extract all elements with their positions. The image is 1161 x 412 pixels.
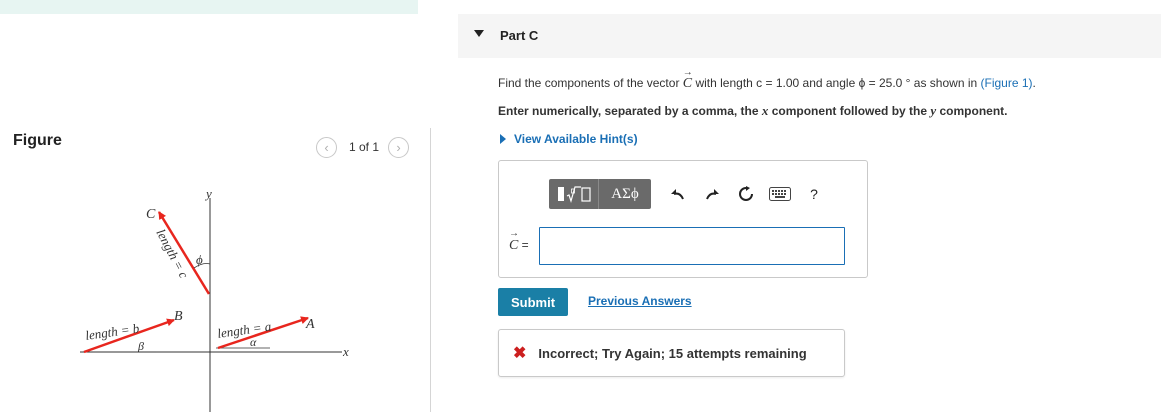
pager-text: 1 of 1: [349, 140, 380, 154]
angle-alpha-label: α: [250, 335, 257, 349]
greek-icon[interactable]: ΑΣϕ: [599, 179, 651, 209]
chevron-right-icon[interactable]: ›: [388, 136, 410, 158]
vector-a-label: A: [305, 317, 315, 332]
length-a-label: length = a: [216, 318, 272, 340]
panel-divider: [430, 128, 431, 412]
answer-label: → C =: [509, 228, 529, 253]
instruction-text: Enter numerically, separated by a comma,…: [498, 103, 1008, 118]
part-header[interactable]: Part C: [458, 14, 1161, 58]
figure-title: Figure: [13, 132, 62, 149]
view-hints-toggle[interactable]: View Available Hint(s): [500, 132, 638, 146]
submit-button[interactable]: Submit: [498, 288, 568, 316]
templates-icon[interactable]: [549, 179, 599, 209]
figure-pager: ‹ 1 of 1 ›: [316, 136, 410, 158]
keyboard-icon[interactable]: [763, 179, 797, 209]
x-axis-label: x: [342, 344, 349, 359]
chevron-left-icon[interactable]: ‹: [316, 136, 337, 158]
answer-row: → C =: [509, 227, 845, 265]
question-vector-c: C: [683, 76, 692, 91]
feedback-box: ✖ Incorrect; Try Again; 15 attempts rema…: [498, 329, 845, 377]
vector-b-label: B: [174, 309, 183, 324]
collapse-caret-icon[interactable]: [474, 30, 484, 37]
length-b-label: length = b: [84, 320, 140, 342]
y-axis-label: y: [204, 186, 212, 201]
incorrect-x-icon: ✖: [513, 345, 527, 362]
top-banner-strip: [0, 0, 418, 14]
reset-icon[interactable]: [729, 179, 763, 209]
math-toolbar: ΑΣϕ ?: [549, 179, 831, 209]
part-title: Part C: [500, 28, 539, 43]
feedback-text: Incorrect; Try Again; 15 attempts remain…: [538, 345, 807, 361]
previous-answers-link[interactable]: Previous Answers: [588, 294, 692, 308]
expand-triangle-icon: [500, 134, 506, 144]
figure-link[interactable]: (Figure 1): [981, 76, 1033, 90]
redo-icon[interactable]: [695, 179, 729, 209]
help-icon[interactable]: ?: [797, 179, 831, 209]
question-text: Find the components of the vector C with…: [498, 76, 1036, 92]
answer-input[interactable]: [539, 227, 845, 265]
toolbar-dark-group: ΑΣϕ: [549, 179, 651, 209]
vector-figure: y x C ϕ length = c B length = b β A leng…: [80, 186, 349, 412]
vector-c-label: C: [146, 207, 156, 222]
undo-icon[interactable]: [661, 179, 695, 209]
vector-arrow-icon: →: [509, 228, 519, 239]
hints-label: View Available Hint(s): [514, 132, 638, 146]
angle-phi-label: ϕ: [196, 252, 203, 267]
answer-box: ΑΣϕ ? → C =: [498, 160, 868, 278]
angle-beta-label: β: [137, 339, 144, 353]
